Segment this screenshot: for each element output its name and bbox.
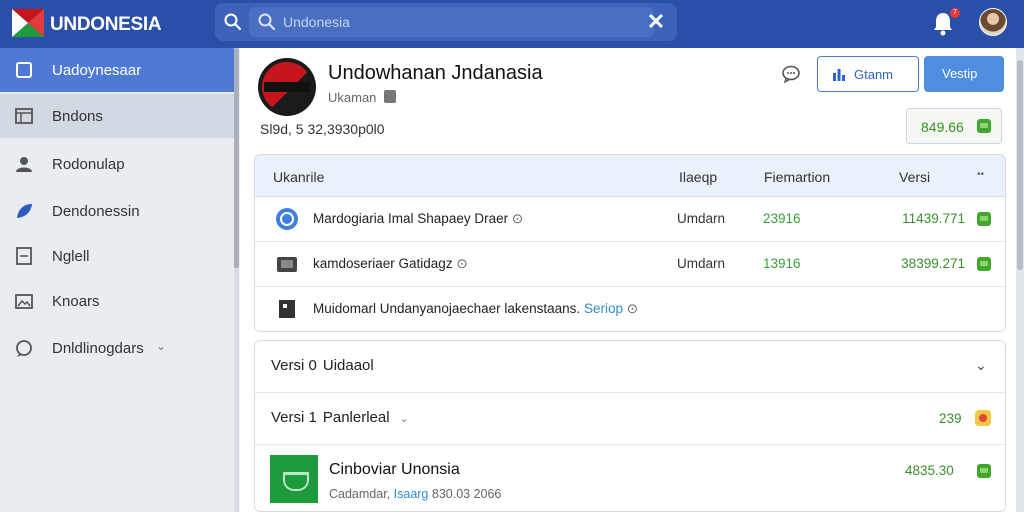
- flag-logo-icon: [12, 9, 44, 37]
- info-icon[interactable]: ⊙: [627, 301, 638, 316]
- search-field-wrapper: [249, 7, 654, 37]
- row-status: Umdarn: [677, 256, 726, 271]
- sidebar-item-bndons[interactable]: Bndons: [0, 94, 235, 138]
- wallet-icon: [977, 464, 991, 478]
- sidebar-item-label: Dnldlinogdars: [52, 340, 144, 357]
- table-icon: [15, 108, 33, 124]
- row-amount: 11439.771: [902, 211, 965, 226]
- image-icon: [15, 294, 33, 309]
- version-row[interactable]: Versi 1 Panlerleal ⌄ 239: [255, 393, 1005, 445]
- user-icon: [16, 157, 32, 172]
- column-header-status[interactable]: Ilaeqp: [679, 169, 717, 185]
- sidebar: Uadoynesaar Bndons Rodonulap Dendonessin…: [0, 48, 235, 512]
- sidebar-item-rodonulap[interactable]: Rodonulap: [0, 142, 235, 186]
- wallet-icon: [977, 119, 991, 133]
- secondary-button-label: Gtanm: [854, 67, 894, 82]
- sidebar-item-label: Dendonessin: [52, 203, 140, 220]
- product-row[interactable]: Cinboviar Unonsia Cadamdar, Isaarg 830.0…: [255, 445, 1005, 511]
- chevron-down-icon[interactable]: ⌄: [400, 413, 409, 425]
- chevron-down-icon[interactable]: ⌄: [156, 339, 166, 353]
- page-title: Undowhanan Jndanasia: [328, 62, 543, 84]
- versions-list: Versi 0 Uidaaol ⌄ Versi 1 Panlerleal ⌄ 239 …: [254, 340, 1006, 512]
- product-image: [270, 455, 318, 503]
- product-name: Cinboviar Unonsia: [329, 461, 460, 478]
- info-icon[interactable]: ⊙: [512, 211, 523, 226]
- sidebar-item-knoars[interactable]: Knoars: [0, 279, 235, 323]
- sidebar-item-label: Nglell: [52, 248, 90, 265]
- sidebar-item-label: Rodonulap: [52, 156, 125, 173]
- row-amount: 38399.271: [901, 256, 965, 271]
- product-link[interactable]: Isaarg: [394, 487, 429, 501]
- row-link[interactable]: Seriop: [584, 301, 623, 316]
- top-bar: UNDONESIA ✕ 7: [0, 0, 1024, 48]
- sidebar-item-label: Uadoynesaar: [52, 62, 142, 79]
- logo-text: UNDONESIA: [50, 14, 162, 35]
- primary-button-label: Vestip: [942, 66, 978, 81]
- app-logo[interactable]: UNDONESIA: [12, 9, 162, 39]
- sidebar-item-uadoynesaar[interactable]: Uadoynesaar: [0, 48, 235, 92]
- brand-logo: [258, 58, 316, 116]
- box-icon: [16, 62, 32, 78]
- avatar[interactable]: [979, 8, 1007, 36]
- lock-icon: [384, 90, 396, 103]
- row-name: kamdoseriaer Gatidagz ⊙: [313, 256, 468, 271]
- main-scrollbar-thumb[interactable]: [1017, 60, 1023, 270]
- sidebar-item-label: Knoars: [52, 293, 100, 310]
- version-amount: 239: [939, 411, 962, 426]
- sidebar-item-dendonessin[interactable]: Dendonessin: [0, 189, 235, 233]
- main-content: Undowhanan Jndanasia Ukaman Sl9d, 5 32,3…: [240, 48, 1016, 512]
- column-header-name[interactable]: Ukanrile: [273, 169, 324, 185]
- more-icon[interactable]: ••: [977, 169, 984, 180]
- search-input[interactable]: [283, 11, 643, 33]
- search-icon: [258, 13, 276, 31]
- product-meta: Cadamdar, Isaarg 830.03 2066: [329, 487, 502, 501]
- leaf-icon: [17, 204, 32, 218]
- sidebar-item-label: Bndons: [52, 108, 103, 125]
- table-row[interactable]: Mardogiaria Imal Shapaey Draer ⊙ Umdarn …: [255, 197, 1005, 242]
- page-meta: Sl9d, 5 32,3930p0l0: [260, 121, 385, 137]
- column-header-qty[interactable]: Fiemartion: [764, 169, 830, 185]
- notification-badge: 7: [950, 8, 960, 18]
- info-icon[interactable]: ⊙: [456, 256, 467, 271]
- folder-icon: [277, 257, 297, 272]
- wallet-icon: [977, 257, 991, 271]
- secondary-button[interactable]: Gtanm: [817, 56, 919, 92]
- page-subtitle: Ukaman: [328, 90, 377, 105]
- search-bar: ✕: [215, 3, 677, 41]
- table-header: Ukanrile Ilaeqp Fiemartion Versi ••: [255, 155, 1005, 197]
- row-qty: 13916: [763, 256, 801, 271]
- chevron-down-icon[interactable]: ⌄: [975, 357, 987, 374]
- table-row[interactable]: Muidomarl Undanyanojaechaer lakenstaans.…: [255, 287, 1005, 331]
- close-icon[interactable]: ✕: [645, 11, 667, 33]
- globe-icon: [276, 208, 298, 230]
- wallet-icon: [977, 212, 991, 226]
- version-label: Versi 1 Panlerleal ⌄: [271, 409, 409, 426]
- row-name: Mardogiaria Imal Shapaey Draer ⊙: [313, 211, 524, 226]
- primary-button[interactable]: Vestip: [924, 56, 1004, 92]
- sidebar-item-dnldlinogdars[interactable]: Dnldlinogdars ⌄: [0, 326, 235, 370]
- document-icon: [279, 300, 295, 318]
- items-table: Ukanrile Ilaeqp Fiemartion Versi •• Mard…: [254, 154, 1006, 332]
- chat-icon: [16, 340, 32, 357]
- row-status: Umdarn: [677, 211, 726, 226]
- bar-chart-icon: [833, 69, 845, 81]
- total-value: 849.66: [921, 119, 964, 135]
- sidebar-scrollbar-thumb[interactable]: [234, 48, 239, 268]
- row-qty: 23916: [763, 211, 801, 226]
- alert-icon: [975, 410, 991, 426]
- version-label: Versi 0 Uidaaol: [271, 357, 374, 374]
- sidebar-item-nglell[interactable]: Nglell: [0, 234, 235, 278]
- row-name: Muidomarl Undanyanojaechaer lakenstaans.…: [313, 301, 639, 316]
- column-header-amount[interactable]: Versi: [899, 169, 930, 185]
- version-row[interactable]: Versi 0 Uidaaol ⌄: [255, 341, 1005, 393]
- product-amount: 4835.30: [905, 463, 954, 478]
- document-icon: [16, 247, 32, 265]
- search-icon[interactable]: [223, 12, 243, 32]
- total-badge: 849.66: [906, 108, 1002, 144]
- chat-icon[interactable]: [780, 64, 802, 84]
- table-row[interactable]: kamdoseriaer Gatidagz ⊙ Umdarn 13916 383…: [255, 242, 1005, 287]
